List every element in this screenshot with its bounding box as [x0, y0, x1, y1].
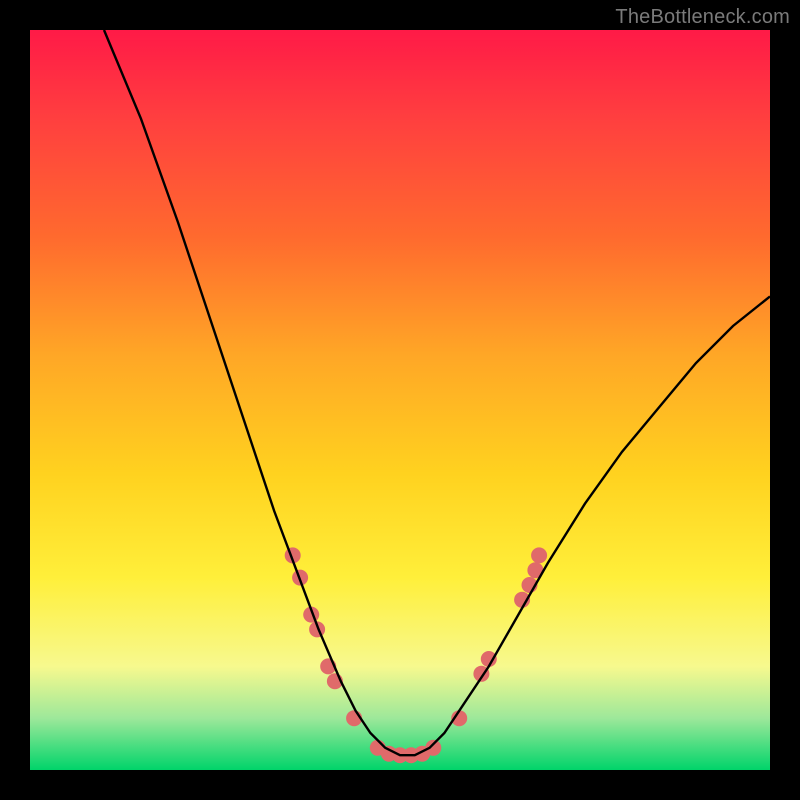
bottleneck-curve — [104, 30, 770, 755]
chart-frame: TheBottleneck.com — [0, 0, 800, 800]
markers-layer — [285, 547, 547, 763]
curve-svg — [30, 30, 770, 770]
plot-area — [30, 30, 770, 770]
watermark-text: TheBottleneck.com — [615, 6, 790, 29]
data-point-marker — [531, 547, 547, 563]
